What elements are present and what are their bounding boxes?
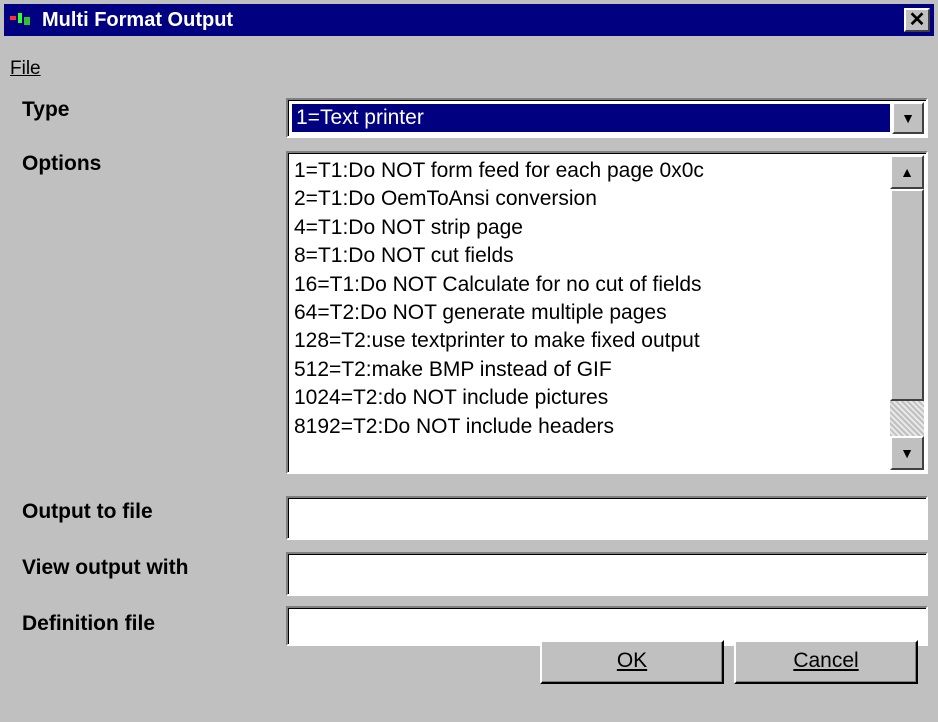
list-item[interactable]: 1=T1:Do NOT form feed for each page 0x0c <box>294 157 888 185</box>
multi-format-output-window: Multi Format Output ✕ File Type 1=Text p… <box>0 0 938 722</box>
title-bar[interactable]: Multi Format Output ✕ <box>4 4 934 36</box>
type-select-value: 1=Text printer <box>292 104 890 132</box>
options-label: Options <box>22 152 102 175</box>
type-select[interactable]: 1=Text printer ▼ <box>286 98 928 138</box>
menu-file[interactable]: File <box>10 58 41 79</box>
cancel-button-label: Cancel <box>793 649 859 672</box>
cancel-button[interactable]: Cancel <box>734 640 918 684</box>
options-list[interactable]: 1=T1:Do NOT form feed for each page 0x0c… <box>286 151 928 474</box>
list-item[interactable]: 8192=T2:Do NOT include headers <box>294 413 888 441</box>
scroll-up-button[interactable]: ▲ <box>890 155 924 189</box>
scroll-up-icon: ▲ <box>900 164 914 180</box>
type-label: Type <box>22 98 70 121</box>
scroll-thumb[interactable] <box>890 189 924 401</box>
app-icon <box>10 13 30 25</box>
close-button[interactable]: ✕ <box>904 8 930 32</box>
close-icon: ✕ <box>908 9 926 31</box>
list-item[interactable]: 512=T2:make BMP instead of GIF <box>294 356 888 384</box>
window-title: Multi Format Output <box>42 9 234 31</box>
list-item[interactable]: 8=T1:Do NOT cut fields <box>294 242 888 270</box>
list-item[interactable]: 64=T2:Do NOT generate multiple pages <box>294 299 888 327</box>
scroll-down-icon: ▼ <box>900 445 914 461</box>
menu-bar: File <box>10 58 41 84</box>
scroll-down-button[interactable]: ▼ <box>890 436 924 470</box>
view-output-with-input[interactable] <box>286 552 928 596</box>
output-to-file-label: Output to file <box>22 500 153 523</box>
list-item[interactable]: 4=T1:Do NOT strip page <box>294 214 888 242</box>
view-output-with-label: View output with <box>22 556 189 579</box>
definition-file-label: Definition file <box>22 612 155 635</box>
chevron-down-icon: ▼ <box>901 110 915 126</box>
ok-button-label: OK <box>616 649 648 672</box>
menu-file-label: File <box>10 58 41 79</box>
list-item[interactable]: 16=T1:Do NOT Calculate for no cut of fie… <box>294 271 888 299</box>
type-dropdown-button[interactable]: ▼ <box>892 102 924 134</box>
options-scrollbar[interactable]: ▲ ▼ <box>890 155 924 470</box>
output-to-file-input[interactable] <box>286 496 928 540</box>
ok-button[interactable]: OK <box>540 640 724 684</box>
list-item[interactable]: 128=T2:use textprinter to make fixed out… <box>294 327 888 355</box>
list-item[interactable]: 1024=T2:do NOT include pictures <box>294 384 888 412</box>
list-item[interactable]: 2=T1:Do OemToAnsi conversion <box>294 185 888 213</box>
